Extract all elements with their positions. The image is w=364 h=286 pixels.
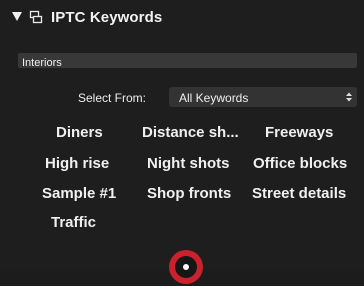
record-icon[interactable] xyxy=(167,248,205,286)
select-from-label: Select From: xyxy=(78,91,147,105)
keyword-button[interactable]: High rise xyxy=(45,155,109,172)
keyword-button[interactable]: Sample #1 xyxy=(42,185,116,202)
select-from-dropdown[interactable]: All Keywords xyxy=(169,87,357,107)
select-from-value: All Keywords xyxy=(179,91,249,105)
panel-header[interactable]: IPTC Keywords xyxy=(0,0,364,36)
keyword-button[interactable]: Night shots xyxy=(147,155,230,172)
keywords-input[interactable] xyxy=(18,55,352,71)
iptc-keywords-panel: IPTC Keywords Select From: All Keywords … xyxy=(0,0,364,284)
keyword-tag-icon xyxy=(29,10,43,24)
keyword-button[interactable]: Street details xyxy=(252,185,346,202)
keyword-button[interactable]: Office blocks xyxy=(253,155,347,172)
up-down-chevron-icon xyxy=(346,92,352,102)
panel-title: IPTC Keywords xyxy=(51,9,163,26)
disclosure-triangle-down-icon[interactable] xyxy=(12,12,22,21)
keyword-button[interactable]: Distance sh... xyxy=(142,124,239,141)
keyword-button[interactable]: Freeways xyxy=(265,124,333,141)
keyword-button[interactable]: Traffic xyxy=(51,214,96,231)
keywords-field[interactable] xyxy=(18,53,357,71)
keyword-button[interactable]: Shop fronts xyxy=(147,185,231,202)
keyword-button[interactable]: Diners xyxy=(56,124,103,141)
